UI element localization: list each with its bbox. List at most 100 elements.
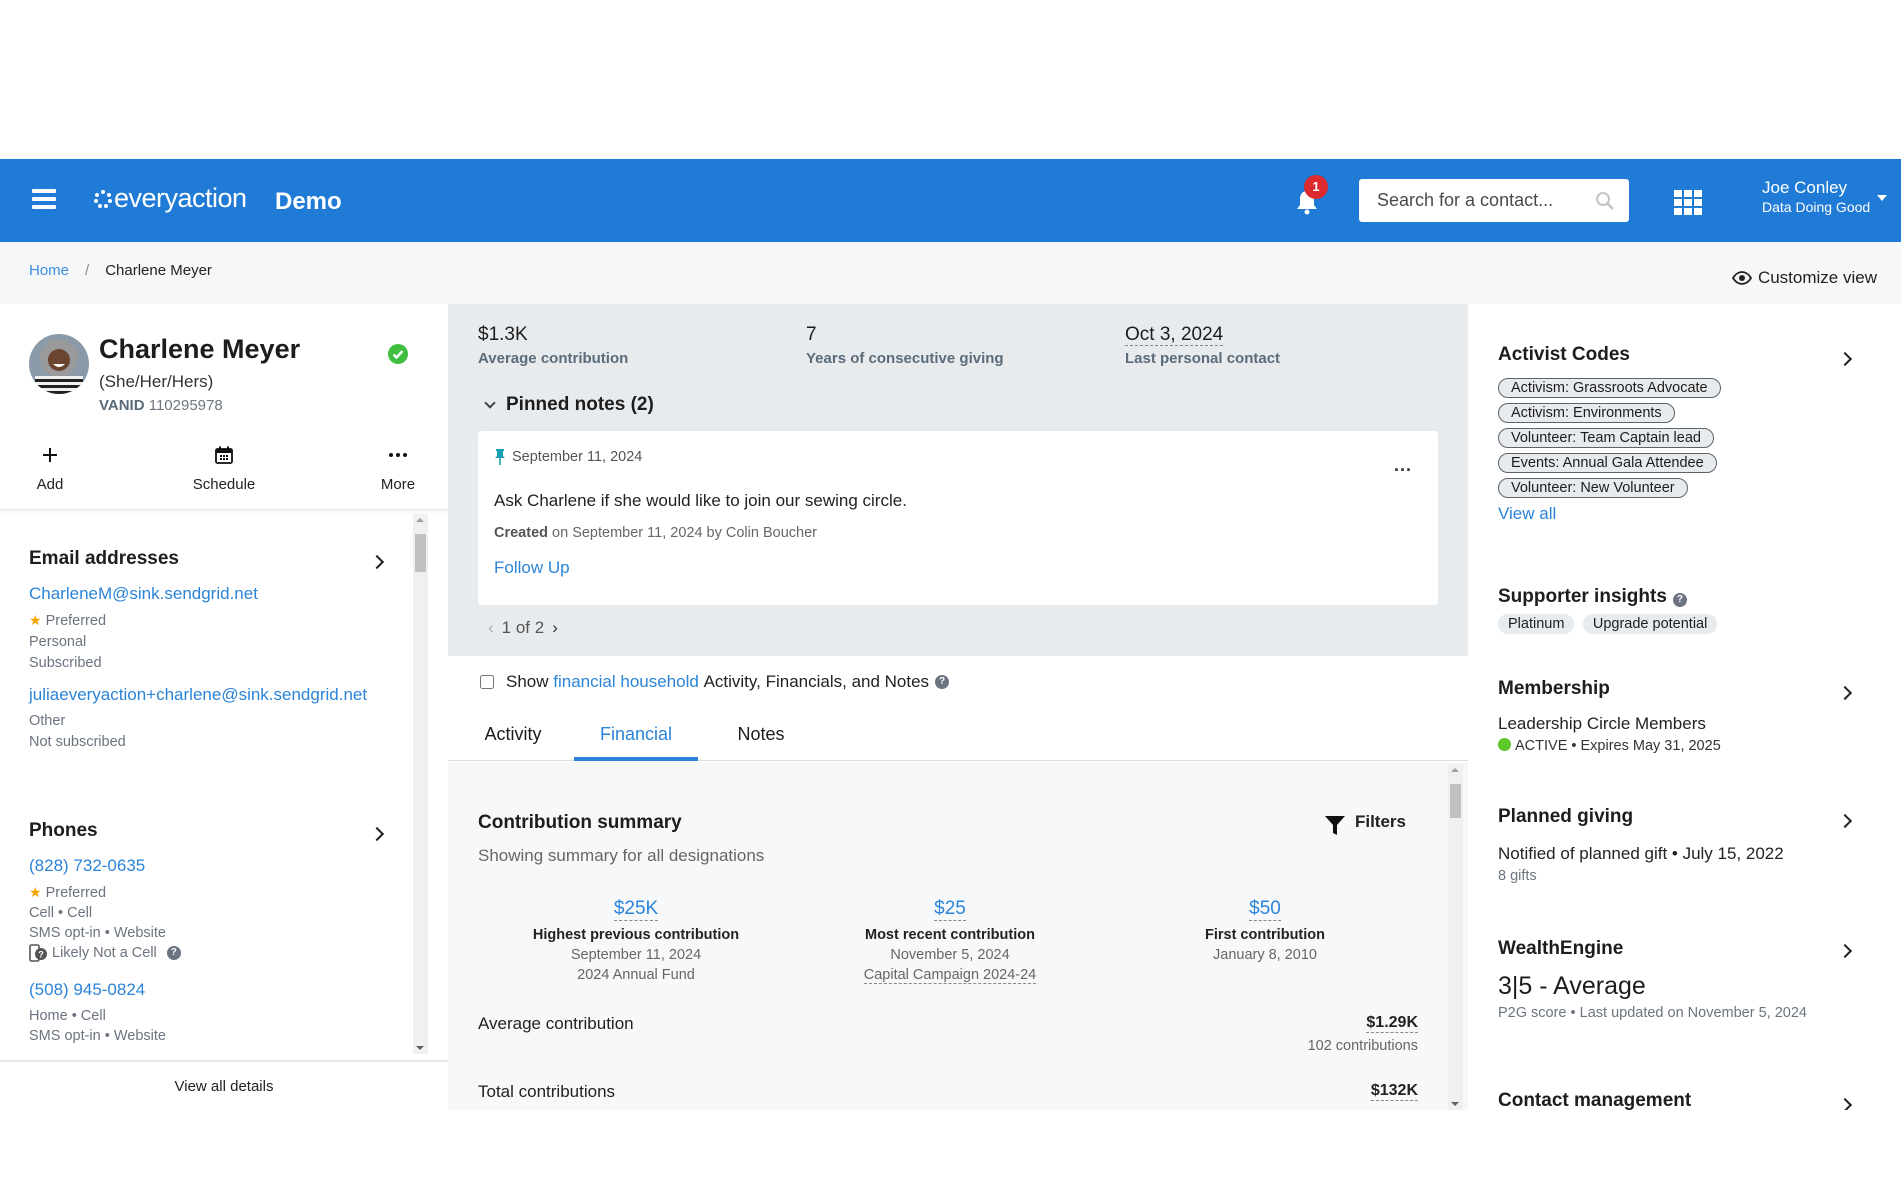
hamburger-menu-icon[interactable] (32, 189, 56, 209)
contact-vanid: VANID 110295978 (99, 397, 223, 414)
row-label: Average contribution (478, 1014, 634, 1033)
email-addresses-section: Email addresses CharleneM@sink.sendgrid.… (29, 548, 389, 750)
activist-codes-section: Activist Codes Activism: Grassroots Advo… (1498, 344, 1868, 524)
bottom-whitespace (0, 1110, 1901, 1200)
scroll-up-arrow-icon[interactable] (1451, 768, 1459, 772)
stat-average-contribution: $1.3K Average contribution (478, 324, 628, 367)
tab-financial[interactable]: Financial (574, 718, 698, 761)
schedule-button[interactable]: Schedule (184, 442, 264, 493)
kpi-amount[interactable]: $25 (934, 898, 966, 921)
activist-code-chip[interactable]: Events: Annual Gala Attendee (1498, 453, 1717, 473)
scroll-down-arrow-icon[interactable] (416, 1046, 424, 1050)
next-page-chevron-icon[interactable]: › (552, 618, 558, 638)
contribution-summary-subtitle: Showing summary for all designations (478, 846, 765, 865)
phone-link[interactable]: (828) 732-0635 (29, 856, 145, 875)
user-menu[interactable]: Joe Conley Data Doing Good (1762, 178, 1870, 216)
filters-button[interactable]: Filters (1324, 812, 1406, 836)
contact-search-input[interactable] (1377, 190, 1587, 211)
star-icon: ★ (29, 612, 42, 628)
kpi-amount[interactable]: $25K (613, 898, 659, 921)
contribution-summary-title: Contribution summary (478, 812, 682, 833)
scroll-up-arrow-icon[interactable] (416, 518, 424, 522)
row-value[interactable]: $1.29K (1366, 1014, 1418, 1033)
user-name: Joe Conley (1762, 178, 1848, 197)
follow-up-link[interactable]: Follow Up (494, 558, 570, 578)
scroll-down-arrow-icon[interactable] (1451, 1102, 1459, 1106)
chevron-down-icon (484, 397, 496, 409)
activist-code-chip[interactable]: Activism: Environments (1498, 403, 1675, 423)
tab-activity[interactable]: Activity (482, 718, 544, 761)
verified-check-icon (388, 344, 408, 364)
financial-household-link[interactable]: financial household (553, 672, 699, 692)
email-link[interactable]: CharleneM@sink.sendgrid.net (29, 584, 258, 603)
insight-tag: Upgrade potential (1582, 614, 1718, 634)
stat-value: 7 (806, 324, 817, 345)
wealthengine-score: 3|5 - Average (1498, 972, 1646, 1000)
kpi-date: January 8, 2010 (1213, 947, 1317, 963)
phone-item: (508) 945-0824 Home • Cell SMS opt-in • … (29, 980, 389, 1044)
email-status: Not subscribed (29, 734, 126, 750)
kpi-first-contribution: $50 First contribution January 8, 2010 (1145, 898, 1385, 963)
vanid-label: VANID (99, 397, 145, 414)
everyaction-logo[interactable]: everyaction (94, 183, 247, 214)
star-icon: ★ (29, 884, 42, 900)
add-button[interactable]: Add (30, 442, 70, 493)
summary-band: $1.3K Average contribution 7 Years of co… (448, 304, 1468, 656)
tab-notes[interactable]: Notes (736, 718, 786, 761)
email-link[interactable]: juliaeveryaction+charlene@sink.sendgrid.… (29, 685, 367, 704)
pinned-notes-toggle[interactable]: Pinned notes (2) (484, 394, 654, 416)
schedule-button-label: Schedule (192, 476, 256, 493)
view-all-activist-codes-link[interactable]: View all (1498, 504, 1868, 524)
scrollbar-thumb[interactable] (1450, 784, 1461, 818)
phone-link[interactable]: (508) 945-0824 (29, 980, 145, 999)
planned-giving-title: Planned giving (1498, 806, 1634, 827)
kpi-amount[interactable]: $50 (1249, 898, 1281, 921)
activist-code-chip[interactable]: Activism: Grassroots Advocate (1498, 378, 1721, 398)
scrollbar-thumb[interactable] (415, 534, 426, 572)
breadcrumb-home-link[interactable]: Home (29, 262, 69, 279)
customize-view-button[interactable]: Customize view (1731, 268, 1877, 288)
wealthengine-subtext: P2G score • Last updated on November 5, … (1498, 1005, 1807, 1021)
stat-value[interactable]: Oct 3, 2024 (1125, 324, 1224, 346)
help-icon[interactable]: ? (166, 946, 181, 960)
row-value[interactable]: $132K (1370, 1082, 1418, 1101)
breadcrumb-bar: Home / Charlene Meyer Customize view (0, 242, 1901, 304)
wealthengine-section: WealthEngine 3|5 - Average P2G score • L… (1498, 938, 1868, 1021)
email-type: Other (29, 713, 66, 729)
more-button[interactable]: More (378, 442, 418, 493)
pinned-note-card: September 11, 2024 ... Ask Charlene if s… (478, 431, 1438, 605)
customize-view-label: Customize view (1757, 268, 1877, 287)
profile-card: Charlene Meyer (She/Her/Hers) VANID 1102… (0, 304, 448, 510)
help-icon[interactable]: ? (935, 675, 950, 689)
view-all-details-button[interactable]: View all details (0, 1060, 448, 1110)
user-menu-caret-icon[interactable] (1877, 195, 1887, 201)
left-scrollbar[interactable] (413, 514, 428, 1054)
kpi-detail[interactable]: Capital Campaign 2024-24 (863, 967, 1037, 984)
previous-page-chevron-icon[interactable]: ‹ (488, 618, 494, 638)
contact-name: Charlene Meyer (99, 334, 301, 364)
financial-household-checkbox[interactable] (480, 675, 494, 689)
top-nav-bar: everyaction Demo 1 Joe Conley Data Doing… (0, 159, 1901, 242)
help-icon[interactable]: ? (1672, 593, 1687, 607)
financial-household-toggle: Show financial household Activity, Finan… (480, 672, 950, 692)
stat-consecutive-giving: 7 Years of consecutive giving (806, 324, 1004, 367)
activist-code-chip[interactable]: Volunteer: Team Captain lead (1498, 428, 1714, 448)
total-contributions-row: Total contributions $132K (478, 1082, 1418, 1102)
avatar (29, 334, 89, 394)
search-icon[interactable] (1595, 191, 1615, 211)
avatar-photo (29, 334, 89, 394)
email-item: CharleneM@sink.sendgrid.net ★ Preferred P… (29, 584, 389, 671)
row-subvalue: 102 contributions (1307, 1038, 1418, 1054)
calendar-icon (215, 446, 233, 464)
note-options-ellipsis-icon[interactable]: ... (1394, 455, 1412, 476)
activist-code-chip[interactable]: Volunteer: New Volunteer (1498, 478, 1688, 498)
more-button-label: More (380, 476, 416, 493)
stat-label: Years of consecutive giving (806, 350, 1004, 367)
apps-grid-icon[interactable] (1674, 190, 1702, 216)
add-button-label: Add (36, 476, 64, 493)
pinned-notes-pager: ‹ 1 of 2 › (488, 618, 558, 638)
stat-label: Average contribution (478, 350, 629, 367)
contact-info-scroll-area: Email addresses CharleneM@sink.sendgrid.… (0, 514, 448, 1060)
ellipsis-icon (389, 453, 407, 457)
financial-scrollbar[interactable] (1448, 764, 1463, 1110)
